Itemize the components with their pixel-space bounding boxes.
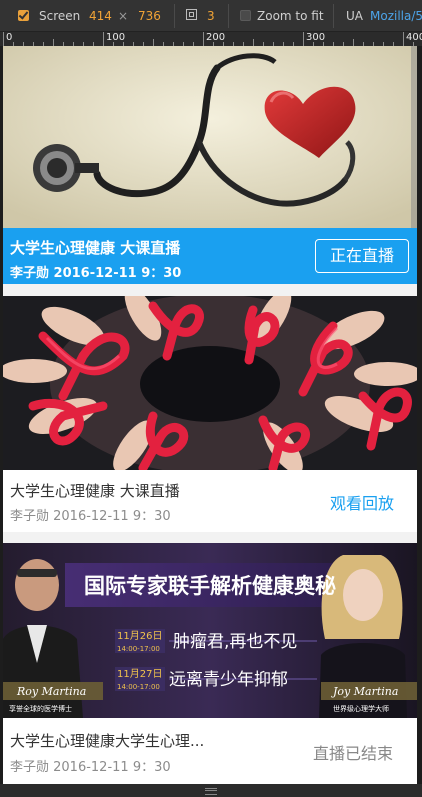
screen-height-field[interactable]: 736 xyxy=(138,0,161,32)
red-ribbon-hands-image xyxy=(3,296,417,470)
lecture-meta: 李子勋 2016-12-11 9：30 xyxy=(10,760,171,775)
zoom-to-fit-checkbox[interactable] xyxy=(240,10,251,21)
ruler-tick xyxy=(153,39,154,46)
lecture-info-live: 大学生心理健康 大课直播 李子勋 2016-12-11 9：30 正在直播 xyxy=(3,228,417,284)
poster-headline: 国际专家联手解析健康奥秘 xyxy=(84,574,336,598)
poster-time: 14:00-17:00 xyxy=(117,645,160,653)
dpr-field[interactable]: 3 xyxy=(207,0,215,32)
ruler-label: 300 xyxy=(306,32,326,43)
screen-label: Screen xyxy=(39,9,81,23)
poster-date: 11月26日 xyxy=(117,630,162,642)
poster-speaker-caption: 享誉全球的医学博士 xyxy=(9,704,72,713)
ruler-label: 400 xyxy=(406,32,422,43)
lecture-title: 大学生心理健康 大课直播 xyxy=(10,482,180,500)
live-now-button[interactable]: 正在直播 xyxy=(315,239,410,273)
viewport-resize-bar[interactable] xyxy=(0,784,422,797)
toolbar-divider xyxy=(228,4,229,28)
toolbar-divider xyxy=(174,4,175,28)
watch-replay-link[interactable]: 观看回放 xyxy=(330,490,394,514)
lecture-info-ended: 大学生心理健康大学生心理... 李子勋 2016-12-11 9：30 直播已结… xyxy=(3,718,417,784)
experts-poster-image: 国际专家联手解析健康奥秘 11月26日 14:00-17:00 肿瘤君,再也不见… xyxy=(3,543,417,718)
stethoscope-heart-image xyxy=(3,46,417,228)
zoom-to-fit-label: Zoom to fit xyxy=(257,9,324,23)
lecture-card-live[interactable]: 大学生心理健康 大课直播 李子勋 2016-12-11 9：30 正在直播 xyxy=(3,46,417,284)
ruler-label: 0 xyxy=(6,32,13,43)
ua-field[interactable]: Mozilla/5. xyxy=(370,0,422,32)
ruler-tick xyxy=(353,39,354,46)
screen-checkbox[interactable] xyxy=(18,10,29,21)
screen-width-field[interactable]: 414 xyxy=(89,0,112,32)
lecture-thumbnail-poster[interactable]: 国际专家联手解析健康奥秘 11月26日 14:00-17:00 肿瘤君,再也不见… xyxy=(3,543,417,718)
lecture-card-ended[interactable]: 国际专家联手解析健康奥秘 11月26日 14:00-17:00 肿瘤君,再也不见… xyxy=(3,543,417,784)
emulated-viewport[interactable]: 大学生心理健康 大课直播 李子勋 2016-12-11 9：30 正在直播 大学… xyxy=(3,46,417,784)
lecture-title: 大学生心理健康 大课直播 xyxy=(10,239,181,257)
poster-speaker-name: Joy Martina xyxy=(331,685,398,698)
resize-grip-icon[interactable] xyxy=(205,788,217,795)
poster-speaker-caption: 世界级心理学大师 xyxy=(333,704,389,713)
ruler-label: 200 xyxy=(206,32,226,43)
poster-time: 14:00-17:00 xyxy=(117,683,160,691)
times-sign: × xyxy=(118,9,129,23)
ruler-tick xyxy=(53,39,54,46)
poster-speaker-name: Roy Martina xyxy=(16,685,86,698)
ruler-tick xyxy=(253,39,254,46)
poster-topic: 肿瘤君,再也不见 xyxy=(173,632,297,652)
device-pixel-ratio-icon xyxy=(186,9,197,20)
device-toolbar: Screen 414 × 736 3 Zoom to fit UA Mozill… xyxy=(0,0,422,32)
lecture-meta: 李子勋 2016-12-11 9：30 xyxy=(10,266,182,281)
lecture-title: 大学生心理健康大学生心理... xyxy=(10,732,205,750)
viewport-right-edge xyxy=(417,46,422,784)
poster-date: 11月27日 xyxy=(117,668,162,680)
lecture-thumbnail-stethoscope[interactable] xyxy=(3,46,417,228)
lecture-meta: 李子勋 2016-12-11 9：30 xyxy=(10,509,171,524)
horizontal-ruler: 0 100 200 300 400 xyxy=(0,32,422,46)
lecture-info-replay: 大学生心理健康 大课直播 李子勋 2016-12-11 9：30 观看回放 xyxy=(3,470,417,532)
live-ended-status: 直播已结束 xyxy=(313,744,394,763)
lecture-card-replay[interactable]: 大学生心理健康 大课直播 李子勋 2016-12-11 9：30 观看回放 xyxy=(3,296,417,532)
toolbar-divider xyxy=(333,4,334,28)
ruler-label: 100 xyxy=(106,32,126,43)
lecture-thumbnail-ribbons[interactable] xyxy=(3,296,417,470)
poster-topic: 远离青少年抑郁 xyxy=(169,670,288,690)
ua-label: UA xyxy=(346,9,363,23)
